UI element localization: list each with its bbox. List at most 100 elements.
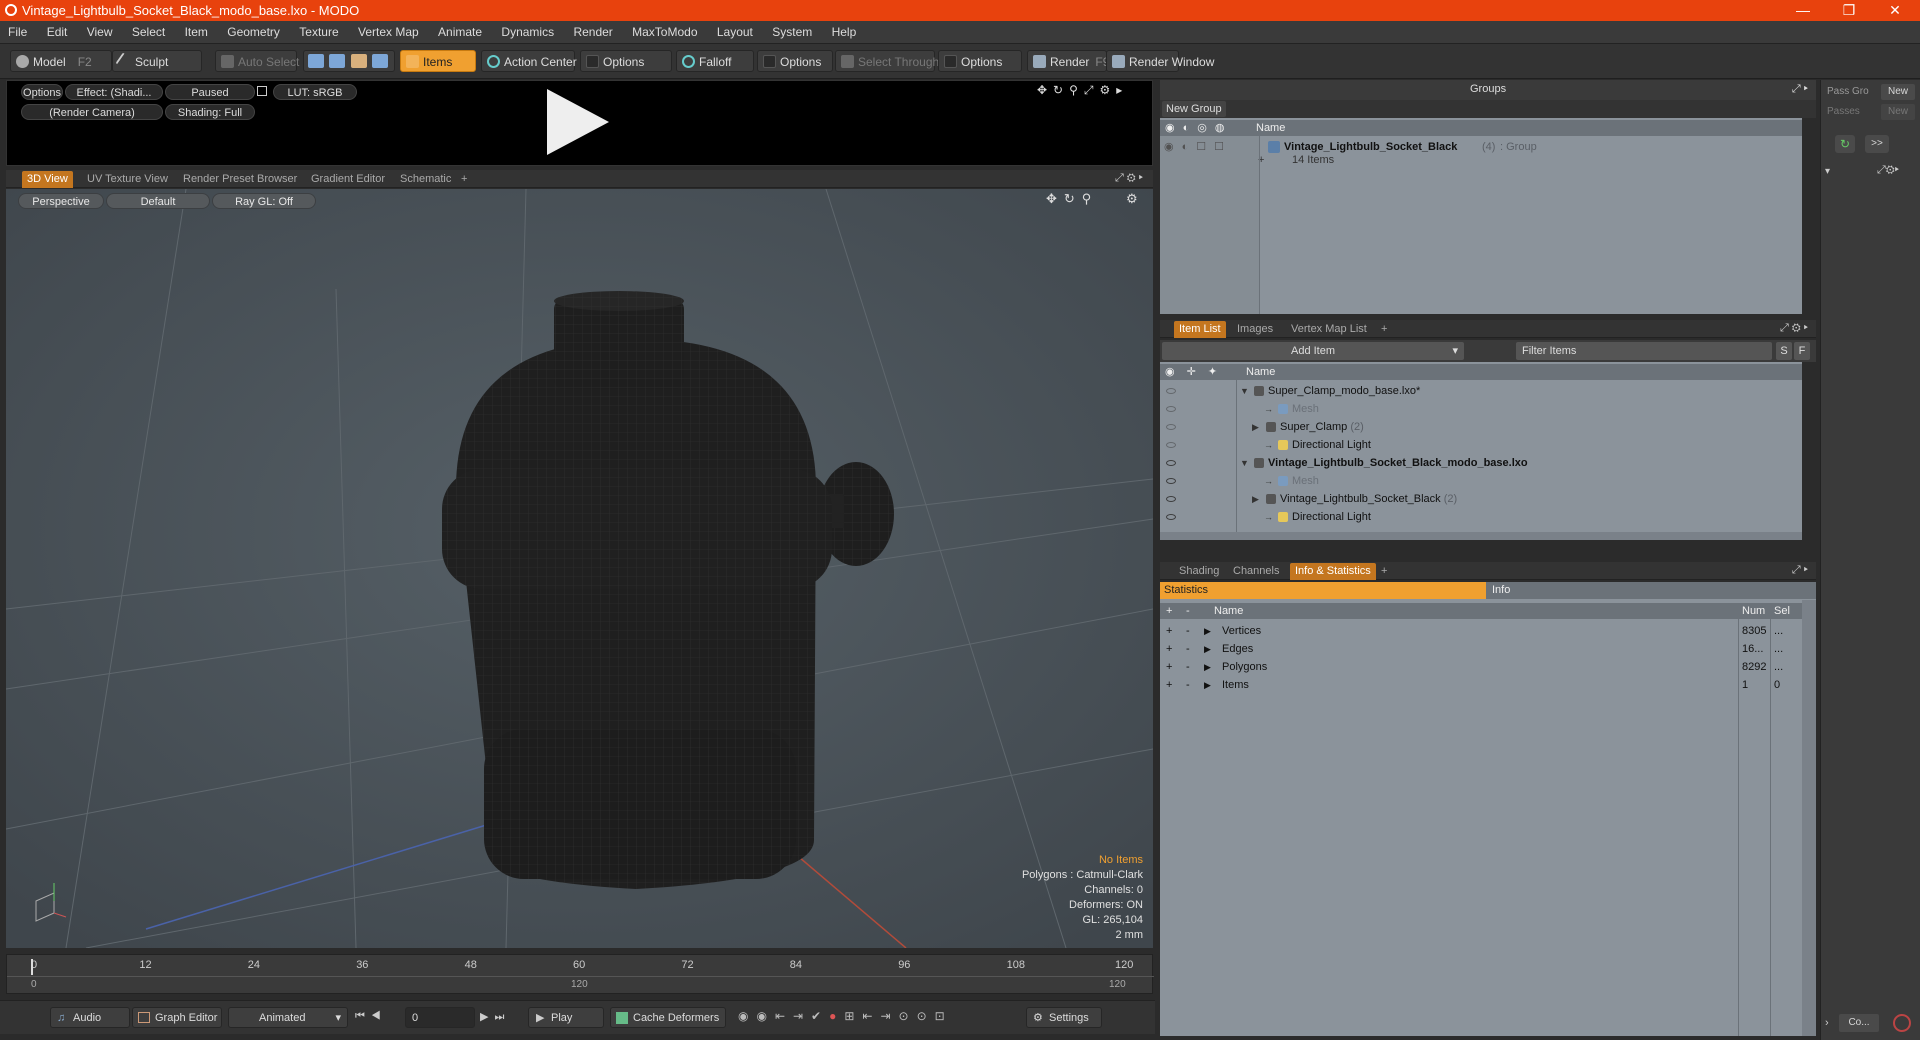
- 3d-viewport[interactable]: Perspective Default Ray GL: Off ✥↻⚲ ⚙ No…: [6, 189, 1153, 948]
- list-item[interactable]: ▼ Super_Clamp_modo_base.lxo*: [1160, 382, 1802, 400]
- paused-toggle[interactable]: Paused: [165, 84, 255, 100]
- viewport-maximize-settings-icons[interactable]: ⤢ ⚙ ▸: [1115, 172, 1143, 185]
- list-item[interactable]: → Directional Light: [1160, 436, 1802, 454]
- list-item[interactable]: → Mesh: [1160, 472, 1802, 490]
- info-tab[interactable]: Info: [1486, 582, 1816, 599]
- tab-vertex-map-list[interactable]: Vertex Map List: [1286, 321, 1372, 338]
- key-tools-icons[interactable]: ◉◉⇤⇥✔●⊞⇤⇥⊙⊙⊡: [738, 1009, 953, 1023]
- collapse-icon[interactable]: -: [1186, 676, 1190, 694]
- action-center-options-button[interactable]: Options: [580, 50, 672, 72]
- audio-button[interactable]: ♫ Audio: [50, 1007, 130, 1028]
- expand-arrow-icon[interactable]: ▶: [1204, 676, 1211, 694]
- statistics-tab[interactable]: Statistics: [1160, 582, 1486, 599]
- tab-schematic[interactable]: Schematic: [395, 171, 456, 188]
- expand-arrow-icon[interactable]: ▼: [1240, 382, 1249, 400]
- maximize-button[interactable]: ❐: [1826, 0, 1872, 21]
- menu-dynamics[interactable]: Dynamics: [493, 21, 562, 44]
- expand-arrow-icon[interactable]: ▼: [1240, 454, 1249, 472]
- lock-icon[interactable]: [257, 86, 267, 96]
- eye-icon[interactable]: [1166, 388, 1176, 394]
- minimize-button[interactable]: —: [1780, 0, 1826, 21]
- shading-dropdown[interactable]: Shading: Full: [165, 104, 255, 120]
- shading-style-dropdown[interactable]: Default: [106, 193, 210, 209]
- select-through-options-button[interactable]: Options: [938, 50, 1022, 72]
- filter-f-button[interactable]: F: [1794, 342, 1810, 360]
- play-button[interactable]: ▶ Play: [528, 1007, 604, 1028]
- stats-vscrollbar[interactable]: [1802, 600, 1816, 1036]
- camera-dropdown[interactable]: (Render Camera): [21, 104, 163, 120]
- perspective-dropdown[interactable]: Perspective: [18, 193, 104, 209]
- edges-mode-icon[interactable]: [329, 54, 346, 68]
- add-tab-button[interactable]: +: [1376, 563, 1392, 580]
- tab-item-list[interactable]: Item List: [1174, 321, 1226, 338]
- animated-dropdown[interactable]: Animated ▾: [228, 1007, 348, 1028]
- menu-edit[interactable]: Edit: [39, 21, 76, 44]
- eye-icon[interactable]: [1166, 460, 1176, 466]
- add-tab-button[interactable]: +: [1376, 321, 1392, 338]
- add-tab-button[interactable]: +: [456, 171, 472, 188]
- stats-row[interactable]: + - ▶ Vertices 8305...: [1160, 622, 1802, 640]
- materials-mode-icon[interactable]: [372, 54, 389, 68]
- panel-maximize-settings-icons[interactable]: ⤢ ⚙ ▸: [1780, 322, 1808, 335]
- expand-arrow-icon[interactable]: ▶: [1252, 418, 1259, 436]
- viewport-nav-icons[interactable]: ✥↻⚲: [1046, 191, 1098, 207]
- falloff-button[interactable]: Falloff: [676, 50, 754, 72]
- add-item-dropdown[interactable]: Add Item ▾: [1162, 342, 1464, 360]
- cache-deformers-button[interactable]: Cache Deformers: [610, 1007, 726, 1028]
- expand-all-icon[interactable]: +: [1166, 603, 1172, 619]
- eye-icon[interactable]: [1166, 496, 1176, 502]
- menu-animate[interactable]: Animate: [430, 21, 490, 44]
- items-mode-button[interactable]: Items: [400, 50, 476, 72]
- record-icon[interactable]: [1893, 1014, 1911, 1032]
- strip-menu-icon[interactable]: ▾: [1825, 166, 1830, 177]
- collapse-icon[interactable]: -: [1186, 640, 1190, 658]
- collapse-icon[interactable]: -: [1186, 622, 1190, 640]
- eye-icon[interactable]: [1166, 442, 1176, 448]
- list-item[interactable]: ▼ Vintage_Lightbulb_Socket_Black_modo_bas…: [1160, 454, 1802, 472]
- stats-row[interactable]: + - ▶ Edges 16......: [1160, 640, 1802, 658]
- menu-texture[interactable]: Texture: [291, 21, 346, 44]
- menu-geometry[interactable]: Geometry: [219, 21, 288, 44]
- menu-maxtomodo[interactable]: MaxToModo: [624, 21, 705, 44]
- menu-system[interactable]: System: [764, 21, 820, 44]
- sculpt-mode-button[interactable]: Sculpt: [112, 50, 202, 72]
- graph-editor-button[interactable]: Graph Editor: [132, 1007, 222, 1028]
- item-list-hscrollbar[interactable]: [1160, 532, 1802, 540]
- render-button[interactable]: Render F9: [1027, 50, 1109, 72]
- new-group-button[interactable]: New Group: [1162, 101, 1226, 117]
- menu-select[interactable]: Select: [124, 21, 173, 44]
- model-mode-button[interactable]: Model F2: [10, 50, 112, 72]
- frame-input[interactable]: 0: [405, 1007, 475, 1028]
- preview-options-button[interactable]: Options: [21, 84, 63, 100]
- expand-strip-button[interactable]: >>: [1865, 135, 1889, 153]
- co-button[interactable]: Co...: [1839, 1014, 1879, 1032]
- list-item[interactable]: → Mesh: [1160, 400, 1802, 418]
- eye-icon[interactable]: [1166, 514, 1176, 520]
- timeline[interactable]: 0 12 24 36 48 60 72 84 96 108 120 0 120 120: [6, 954, 1154, 994]
- close-button[interactable]: ✕: [1872, 0, 1918, 21]
- effect-dropdown[interactable]: Effect: (Shadi...: [65, 84, 163, 100]
- expand-arrow-icon[interactable]: ▶: [1204, 640, 1211, 658]
- tab-render-preset-browser[interactable]: Render Preset Browser: [178, 171, 302, 188]
- filter-items-input[interactable]: Filter Items: [1516, 342, 1772, 360]
- tab-shading[interactable]: Shading: [1174, 563, 1224, 580]
- auto-select-button[interactable]: Auto Select: [215, 50, 299, 72]
- expand-arrow-icon[interactable]: ▶: [1204, 658, 1211, 676]
- new-pass-button[interactable]: New: [1881, 104, 1915, 120]
- tab-uv-texture-view[interactable]: UV Texture View: [82, 171, 173, 188]
- eye-icon[interactable]: [1166, 406, 1176, 412]
- render-window-button[interactable]: Render Window: [1106, 50, 1214, 72]
- expand-icon[interactable]: +: [1166, 622, 1172, 640]
- tab-3d-view[interactable]: 3D View: [22, 171, 73, 188]
- menu-item[interactable]: Item: [177, 21, 216, 44]
- collapse-all-icon[interactable]: -: [1186, 603, 1190, 619]
- menu-vertex-map[interactable]: Vertex Map: [350, 21, 427, 44]
- expand-icon[interactable]: +: [1166, 640, 1172, 658]
- list-item[interactable]: ▶ Vintage_Lightbulb_Socket_Black (2): [1160, 490, 1802, 508]
- stats-row[interactable]: + - ▶ Polygons 8292...: [1160, 658, 1802, 676]
- expand-arrow-icon[interactable]: ▶: [1204, 622, 1211, 640]
- expand-icon[interactable]: +: [1166, 658, 1172, 676]
- menu-help[interactable]: Help: [824, 21, 865, 44]
- collapse-icon[interactable]: -: [1186, 658, 1190, 676]
- select-through-button[interactable]: Select Through: [835, 50, 939, 72]
